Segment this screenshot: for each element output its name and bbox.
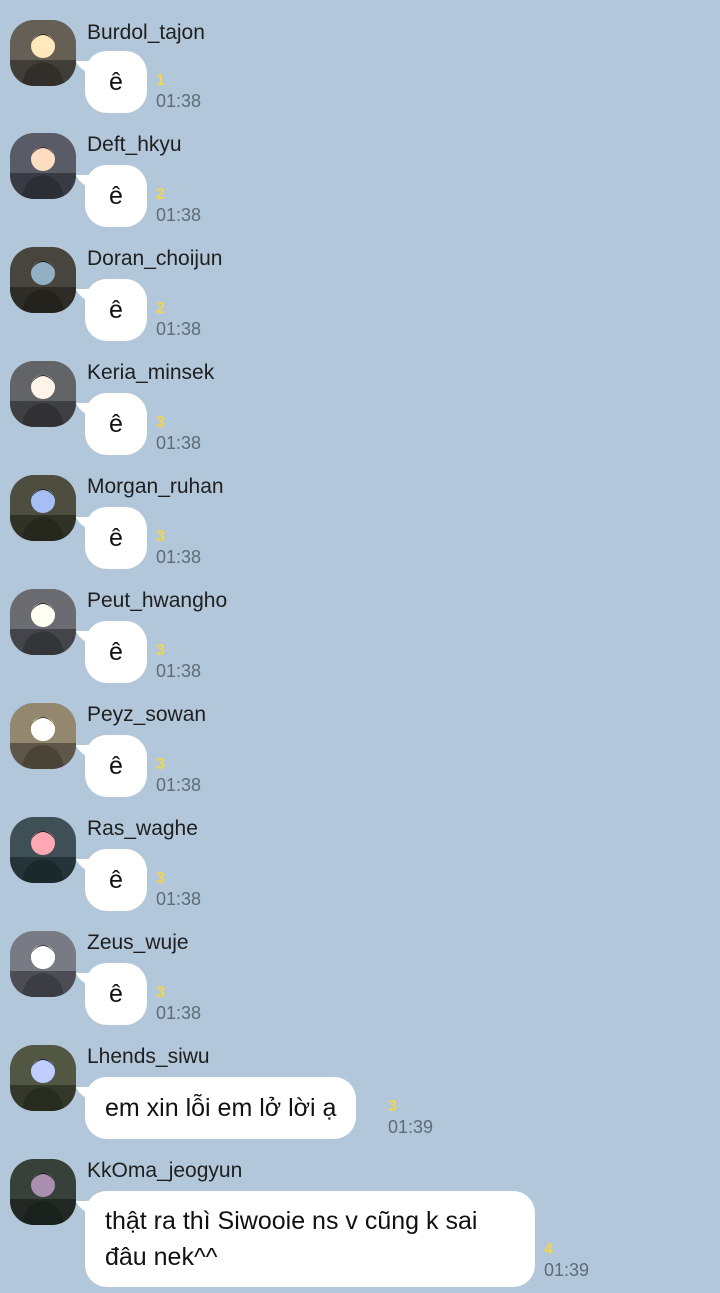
unread-count: 3 xyxy=(156,642,165,659)
message-meta: 3 01:38 xyxy=(156,756,201,796)
message-bubble[interactable]: em xin lỗi em lở lời ạ xyxy=(85,1077,357,1139)
avatar-photo-icon xyxy=(10,20,76,86)
message-meta: 3 01:38 xyxy=(156,984,201,1024)
message-bubble[interactable]: ê xyxy=(85,507,147,569)
message-text: ê xyxy=(109,524,123,552)
sender-name: Peut_hwangho xyxy=(87,589,228,612)
message-meta: 3 01:38 xyxy=(156,414,201,454)
sender-name: Ras_waghe xyxy=(87,817,198,840)
sender-name: Doran_choijun xyxy=(87,247,223,270)
unread-count: 3 xyxy=(156,984,165,1001)
avatar[interactable] xyxy=(10,247,76,313)
avatar-photo-icon xyxy=(10,361,76,427)
avatar-photo-icon xyxy=(10,703,76,769)
avatar-photo-icon xyxy=(10,247,76,313)
sender-name: Burdol_tajon xyxy=(87,21,205,44)
message-meta: 3 01:39 xyxy=(388,1098,433,1138)
message-text: ê xyxy=(109,296,123,324)
message-time: 01:39 xyxy=(544,1260,590,1280)
unread-count: 3 xyxy=(156,870,165,887)
message-time: 01:38 xyxy=(156,205,202,225)
avatar[interactable] xyxy=(10,1045,76,1111)
avatar[interactable] xyxy=(10,703,76,769)
message-meta: 3 01:38 xyxy=(156,870,201,910)
unread-count: 3 xyxy=(156,528,165,545)
avatar[interactable] xyxy=(10,133,76,199)
message-text: ê xyxy=(109,68,123,96)
avatar-photo-icon xyxy=(10,817,76,883)
message-bubble[interactable]: ê xyxy=(85,51,147,113)
avatar[interactable] xyxy=(10,20,76,86)
message-bubble[interactable]: ê xyxy=(85,279,147,341)
unread-count: 2 xyxy=(156,300,165,317)
sender-name: Zeus_wuje xyxy=(87,931,189,954)
unread-count: 3 xyxy=(156,756,165,773)
message-time: 01:38 xyxy=(156,889,202,909)
message-bubble[interactable]: ê xyxy=(85,735,147,797)
message-time: 01:38 xyxy=(156,1003,202,1023)
message-bubble[interactable]: ê xyxy=(85,621,147,683)
message-bubble[interactable]: ê xyxy=(85,849,147,911)
message-meta: 1 01:38 xyxy=(156,72,201,112)
message-text: ê xyxy=(109,980,123,1008)
sender-name: Peyz_sowan xyxy=(87,703,207,726)
sender-name: Morgan_ruhan xyxy=(87,475,224,498)
message-meta: 4 01:39 xyxy=(544,1241,589,1281)
message-meta: 3 01:38 xyxy=(156,528,201,568)
message-time: 01:38 xyxy=(156,91,202,111)
message-text: ê xyxy=(109,638,123,666)
message-time: 01:39 xyxy=(388,1117,434,1137)
avatar-photo-icon xyxy=(10,1045,76,1111)
message-bubble[interactable]: ê xyxy=(85,963,147,1025)
message-meta: 3 01:38 xyxy=(156,642,201,682)
avatar-photo-icon xyxy=(10,589,76,655)
avatar-photo-icon xyxy=(10,931,76,997)
message-bubble[interactable]: thật ra thì Siwooie ns v cũng k sai đâu … xyxy=(85,1191,535,1287)
message-text: em xin lỗi em lở lời ạ xyxy=(105,1094,337,1122)
message-text: ê xyxy=(109,182,123,210)
message-meta: 2 01:38 xyxy=(156,186,201,226)
sender-name: Keria_minsek xyxy=(87,361,215,384)
unread-count: 3 xyxy=(388,1098,397,1115)
unread-count: 2 xyxy=(156,186,165,203)
avatar[interactable] xyxy=(10,1159,76,1225)
message-bubble[interactable]: ê xyxy=(85,165,147,227)
sender-name: Lhends_siwu xyxy=(87,1045,210,1068)
sender-name: Deft_hkyu xyxy=(87,133,182,156)
avatar[interactable] xyxy=(10,361,76,427)
message-bubble[interactable]: ê xyxy=(85,393,147,455)
avatar-photo-icon xyxy=(10,475,76,541)
message-text-line-1: thật ra thì Siwooie ns v cũng k sai xyxy=(105,1207,478,1235)
message-time: 01:38 xyxy=(156,775,202,795)
avatar[interactable] xyxy=(10,817,76,883)
message-time: 01:38 xyxy=(156,661,202,681)
avatar[interactable] xyxy=(10,931,76,997)
message-time: 01:38 xyxy=(156,433,202,453)
avatar[interactable] xyxy=(10,475,76,541)
message-text: ê xyxy=(109,410,123,438)
message-meta: 2 01:38 xyxy=(156,300,201,340)
avatar[interactable] xyxy=(10,589,76,655)
sender-name: KkOma_jeogyun xyxy=(87,1159,243,1182)
unread-count: 3 xyxy=(156,414,165,431)
message-text: ê xyxy=(109,866,123,894)
message-text-line-2: đâu nek^^ xyxy=(105,1243,218,1271)
unread-count: 4 xyxy=(544,1241,553,1258)
message-text: ê xyxy=(109,752,123,780)
avatar-photo-icon xyxy=(10,1159,76,1225)
message-time: 01:38 xyxy=(156,547,202,567)
avatar-photo-icon xyxy=(10,133,76,199)
unread-count: 1 xyxy=(156,72,165,89)
message-time: 01:38 xyxy=(156,319,202,339)
